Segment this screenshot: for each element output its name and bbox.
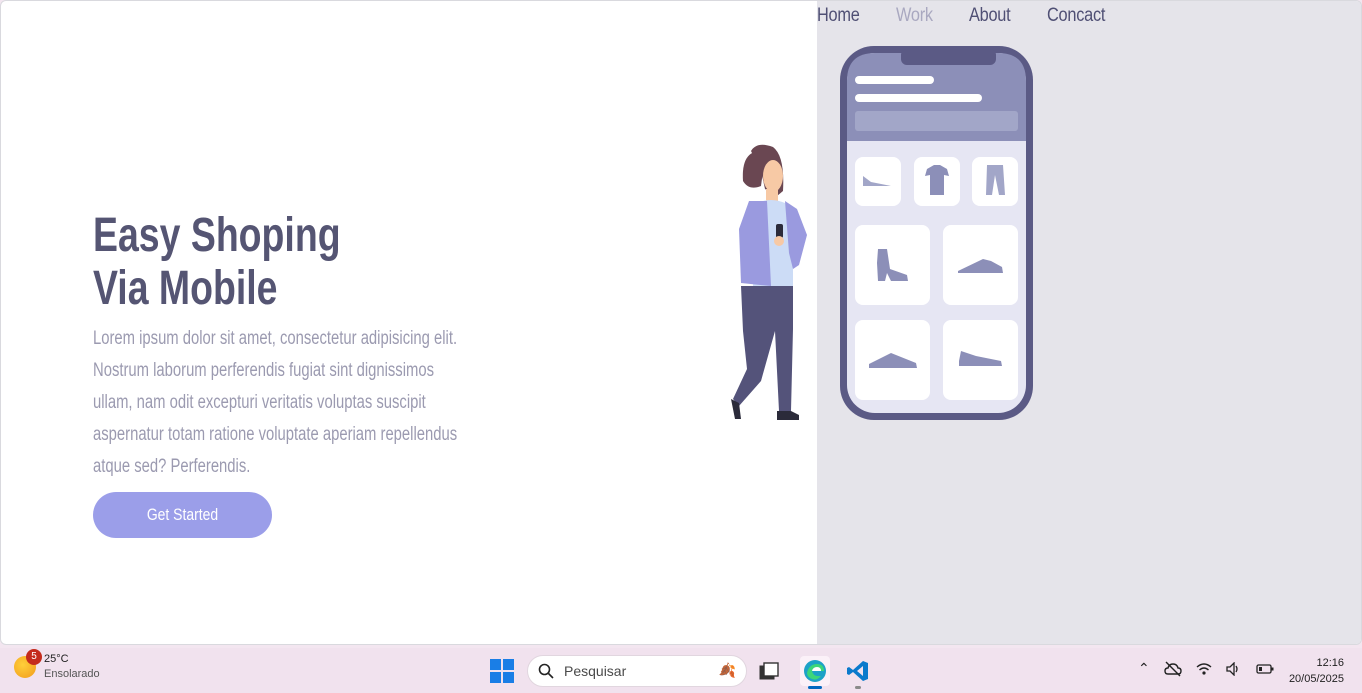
search-placeholder: Pesquisar bbox=[564, 663, 627, 679]
nav-about[interactable]: About bbox=[969, 5, 1011, 27]
nav-work[interactable]: Work bbox=[896, 5, 933, 27]
browser-viewport: Home Work About Concact Easy Shoping Via… bbox=[0, 0, 1362, 645]
taskbar-clock[interactable]: 12:16 20/05/2025 bbox=[1289, 655, 1344, 687]
task-view-icon[interactable] bbox=[754, 656, 784, 686]
hero-title: Easy Shoping Via Mobile bbox=[93, 209, 341, 315]
wifi-icon[interactable] bbox=[1196, 662, 1212, 676]
hero-title-line1: Easy Shoping bbox=[93, 209, 341, 262]
get-started-label: Get Started bbox=[146, 505, 219, 524]
clock-time: 12:16 bbox=[1316, 657, 1344, 669]
weather-temp: 25°C bbox=[44, 653, 69, 665]
vscode-icon[interactable] bbox=[843, 656, 873, 689]
taskbar-search[interactable]: Pesquisar 🍂 bbox=[527, 655, 747, 687]
woman-illustration bbox=[731, 144, 807, 420]
system-tray: ⌃ bbox=[1138, 660, 1274, 677]
battery-icon[interactable] bbox=[1256, 663, 1274, 675]
weather-widget[interactable]: 5 25°C Ensolarado bbox=[14, 649, 100, 682]
search-icon bbox=[538, 663, 554, 679]
edge-active-indicator bbox=[808, 686, 822, 689]
get-started-button[interactable]: Get Started bbox=[93, 492, 272, 538]
search-highlight-icon: 🍂 bbox=[718, 662, 736, 678]
nav-contact[interactable]: Concact bbox=[1047, 5, 1105, 27]
taskbar: 5 25°C Ensolarado Pesquisar 🍂 ⌃ 12:16 20… bbox=[0, 648, 1362, 693]
sun-icon: 5 bbox=[14, 649, 42, 678]
chevron-up-icon[interactable]: ⌃ bbox=[1138, 660, 1150, 677]
volume-icon[interactable] bbox=[1226, 661, 1242, 676]
cloud-offline-icon[interactable] bbox=[1164, 661, 1182, 677]
nav-home[interactable]: Home bbox=[817, 5, 860, 27]
shopping-illustration bbox=[731, 46, 1033, 420]
windows-start-icon[interactable] bbox=[490, 659, 514, 688]
weather-desc: Ensolarado bbox=[44, 668, 100, 680]
hero-description: Lorem ipsum dolor sit amet, consectetur … bbox=[93, 328, 458, 477]
hero-title-line2: Via Mobile bbox=[93, 262, 278, 315]
edge-browser-icon[interactable] bbox=[800, 656, 830, 689]
phone-illustration bbox=[840, 46, 1033, 420]
vscode-running-indicator bbox=[855, 686, 861, 689]
weather-badge: 5 bbox=[26, 649, 42, 665]
top-nav: Home Work About Concact bbox=[817, 5, 1115, 27]
clock-date: 20/05/2025 bbox=[1288, 673, 1344, 685]
